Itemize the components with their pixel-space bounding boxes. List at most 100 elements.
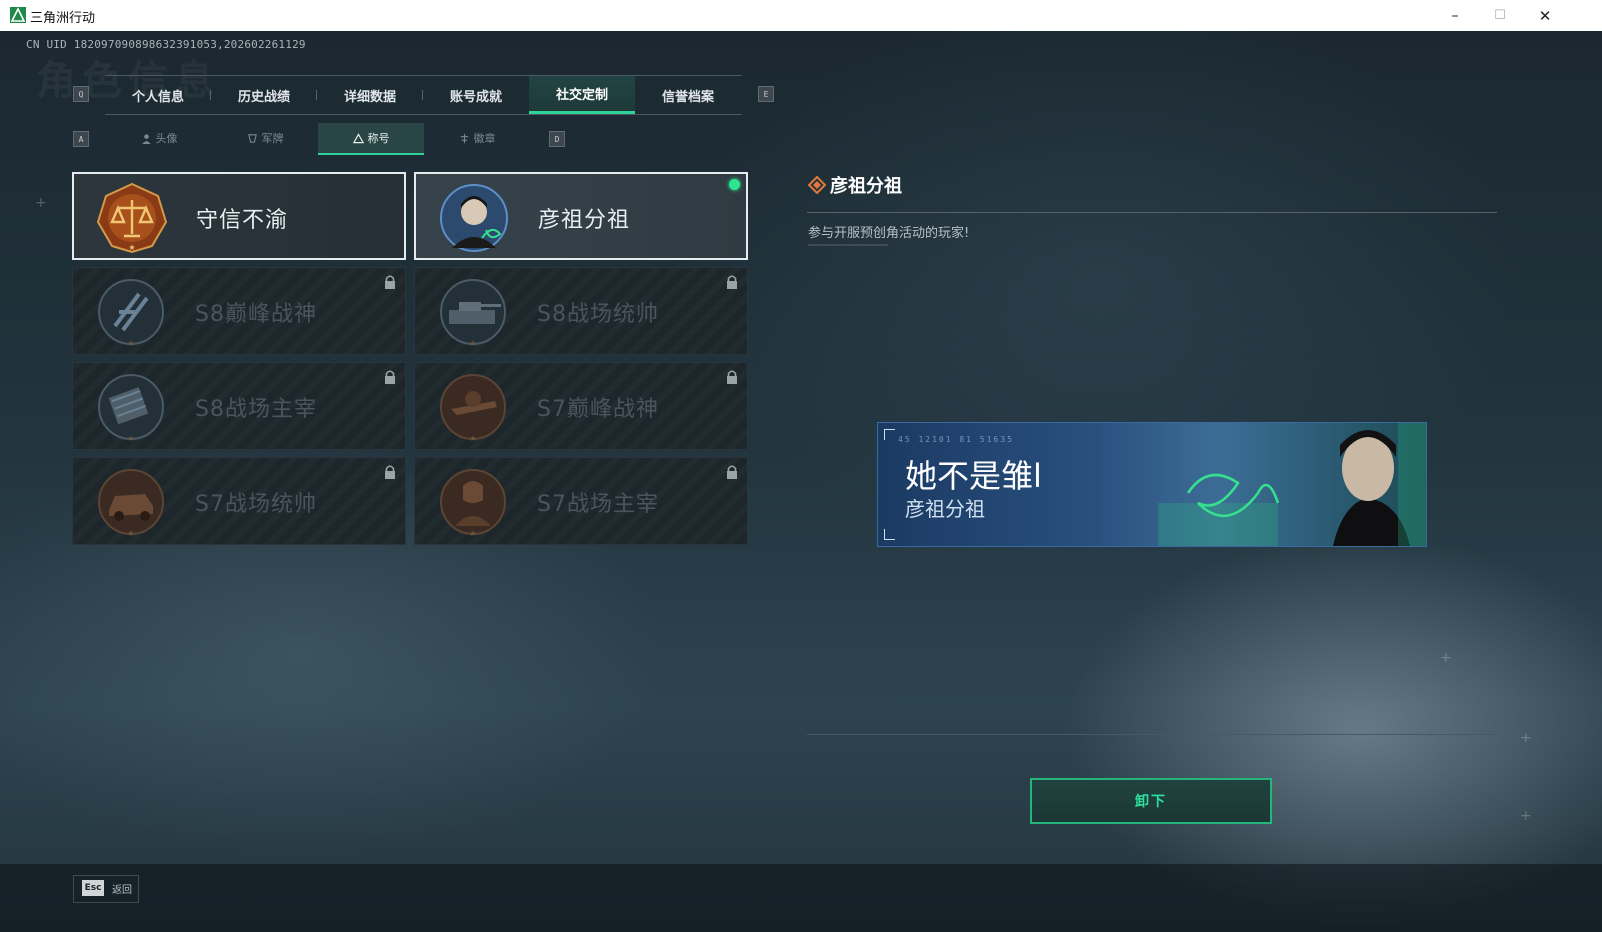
gun-badge-icon: ★ xyxy=(440,374,506,443)
title-card-locked[interactable]: ★ S8战场统帅 xyxy=(414,267,748,355)
title-card-locked[interactable]: ★ S7战场主宰 xyxy=(414,457,748,545)
svg-text:★: ★ xyxy=(469,339,476,348)
title-card-label: S8战场主宰 xyxy=(195,397,317,422)
lock-icon xyxy=(385,370,395,384)
slash-badge-icon: ★ xyxy=(98,279,164,348)
svg-text:★: ★ xyxy=(469,529,476,538)
next-tab-key-hint[interactable]: E xyxy=(758,86,774,102)
subtab-dogtag[interactable]: 军牌 xyxy=(212,123,318,153)
detail-title: 彦祖分祖 xyxy=(830,176,902,197)
detail-description: 参与开服预创角活动的玩家! xyxy=(808,226,970,241)
title-card-locked[interactable]: ★ S7巅峰战神 xyxy=(414,362,748,450)
tab-detailed-data[interactable]: 详细数据 xyxy=(317,76,423,114)
title-card-locked[interactable]: ★ S8巅峰战神 xyxy=(72,267,406,355)
title-card-label: S7战场主宰 xyxy=(537,492,659,517)
main-tabs: 个人信息 历史战绩 详细数据 账号成就 社交定制 信誉档案 xyxy=(105,75,742,115)
tab-label: 个人信息 xyxy=(131,89,184,105)
title-card-locked[interactable]: ★ S7战场统帅 xyxy=(72,457,406,545)
minimize-button[interactable]: – xyxy=(1432,0,1478,31)
subtab-label: 称号 xyxy=(367,132,390,145)
scales-badge-icon: ★ xyxy=(96,182,168,254)
subtab-label: 头像 xyxy=(155,132,178,145)
tank-badge-icon: ★ xyxy=(440,279,506,348)
title-card-label: S7巅峰战神 xyxy=(537,397,659,422)
tab-label: 信誉档案 xyxy=(661,89,714,105)
lock-icon xyxy=(385,275,395,289)
title-card-locked[interactable]: ★ S8战场主宰 xyxy=(72,362,406,450)
title-card[interactable]: ★ 守信不渝 xyxy=(72,172,406,260)
decor-cross-icon: + xyxy=(35,195,47,211)
sub-tabs: 头像 军牌 称号 徽章 xyxy=(106,123,530,155)
missile-badge-icon: ★ xyxy=(98,374,164,443)
app-logo-icon xyxy=(10,7,26,23)
esc-key-hint: Esc xyxy=(82,880,104,896)
banner-portrait-icon xyxy=(1158,423,1426,546)
lock-icon xyxy=(385,465,395,479)
prev-tab-key-hint[interactable]: Q xyxy=(73,86,89,102)
title-card-label: 守信不渝 xyxy=(196,208,289,233)
decor-cross-icon: + xyxy=(1520,730,1532,746)
tab-personal-info[interactable]: 个人信息 xyxy=(105,76,211,114)
close-icon: ✕ xyxy=(1538,6,1552,25)
subtab-label: 徽章 xyxy=(473,132,496,145)
subtab-avatar[interactable]: 头像 xyxy=(106,123,212,153)
tab-match-history[interactable]: 历史战绩 xyxy=(211,76,317,114)
tab-social-customization[interactable]: 社交定制 xyxy=(529,76,635,114)
window-title: 三角洲行动 xyxy=(30,11,96,26)
subtab-label: 军牌 xyxy=(261,132,284,145)
unequip-button[interactable]: 卸下 xyxy=(1030,778,1272,824)
tab-label: 详细数据 xyxy=(343,89,396,105)
minimize-icon: – xyxy=(1451,7,1459,24)
vehicle-badge-icon: ★ xyxy=(98,469,164,538)
title-card-selected[interactable]: 彦祖分祖 xyxy=(414,172,748,260)
title-card-label: 彦祖分祖 xyxy=(538,208,631,233)
tab-reputation-record[interactable]: 信誉档案 xyxy=(635,76,741,114)
lock-icon xyxy=(727,465,737,479)
lock-icon xyxy=(727,275,737,289)
title-triangle-icon xyxy=(352,132,364,143)
decor-cross-icon: + xyxy=(1520,808,1532,824)
title-card-label: S8战场统帅 xyxy=(537,302,659,327)
divider xyxy=(807,212,1497,213)
svg-text:★: ★ xyxy=(127,434,134,443)
svg-text:★: ★ xyxy=(127,529,134,538)
lock-icon xyxy=(727,370,737,384)
subtab-title[interactable]: 称号 xyxy=(318,123,424,155)
divider xyxy=(807,734,1497,735)
svg-text:★: ★ xyxy=(128,243,135,252)
svg-text:★: ★ xyxy=(469,434,476,443)
unequip-button-label: 卸下 xyxy=(1135,794,1167,810)
close-window-button[interactable]: ✕ xyxy=(1522,0,1568,31)
prev-subtab-key-hint[interactable]: A xyxy=(73,131,89,147)
title-banner-preview: 45 12101 81 51635 她不是雏l 彦祖分祖 xyxy=(877,422,1427,547)
banner-corner xyxy=(884,429,895,440)
maximize-icon: ☐ xyxy=(1494,8,1506,23)
footer-bar xyxy=(0,864,1602,932)
tab-label: 账号成就 xyxy=(449,89,502,105)
title-card-label: S7战场统帅 xyxy=(195,492,317,517)
person-icon xyxy=(141,133,151,144)
banner-title-name: 彦祖分祖 xyxy=(905,497,985,521)
decor-cross-icon: + xyxy=(1440,650,1452,666)
next-subtab-key-hint[interactable]: D xyxy=(549,131,565,147)
tab-label: 社交定制 xyxy=(555,88,608,103)
emblem-icon xyxy=(460,133,468,143)
divider xyxy=(808,244,888,246)
tab-label: 历史战绩 xyxy=(237,89,290,105)
banner-player-name: 她不是雏l xyxy=(905,457,1042,495)
banner-code: 45 12101 81 51635 xyxy=(898,435,1014,444)
banner-corner xyxy=(884,529,895,540)
maximize-button[interactable]: ☐ xyxy=(1477,0,1523,31)
portrait-badge-icon xyxy=(440,184,508,252)
soldier-badge-icon: ★ xyxy=(440,469,506,538)
uid-label: CN UID 182097090898632391053,20260226112… xyxy=(26,38,306,51)
title-diamond-icon xyxy=(808,176,826,194)
subtab-emblem[interactable]: 徽章 xyxy=(424,123,530,153)
tab-achievements[interactable]: 账号成就 xyxy=(423,76,529,114)
dogtag-icon xyxy=(247,133,257,143)
equipped-indicator xyxy=(729,179,740,190)
back-label: 返回 xyxy=(112,885,132,896)
title-card-label: S8巅峰战神 xyxy=(195,302,317,327)
svg-text:★: ★ xyxy=(127,339,134,348)
window-titlebar: 三角洲行动 – ☐ ✕ xyxy=(0,0,1602,32)
